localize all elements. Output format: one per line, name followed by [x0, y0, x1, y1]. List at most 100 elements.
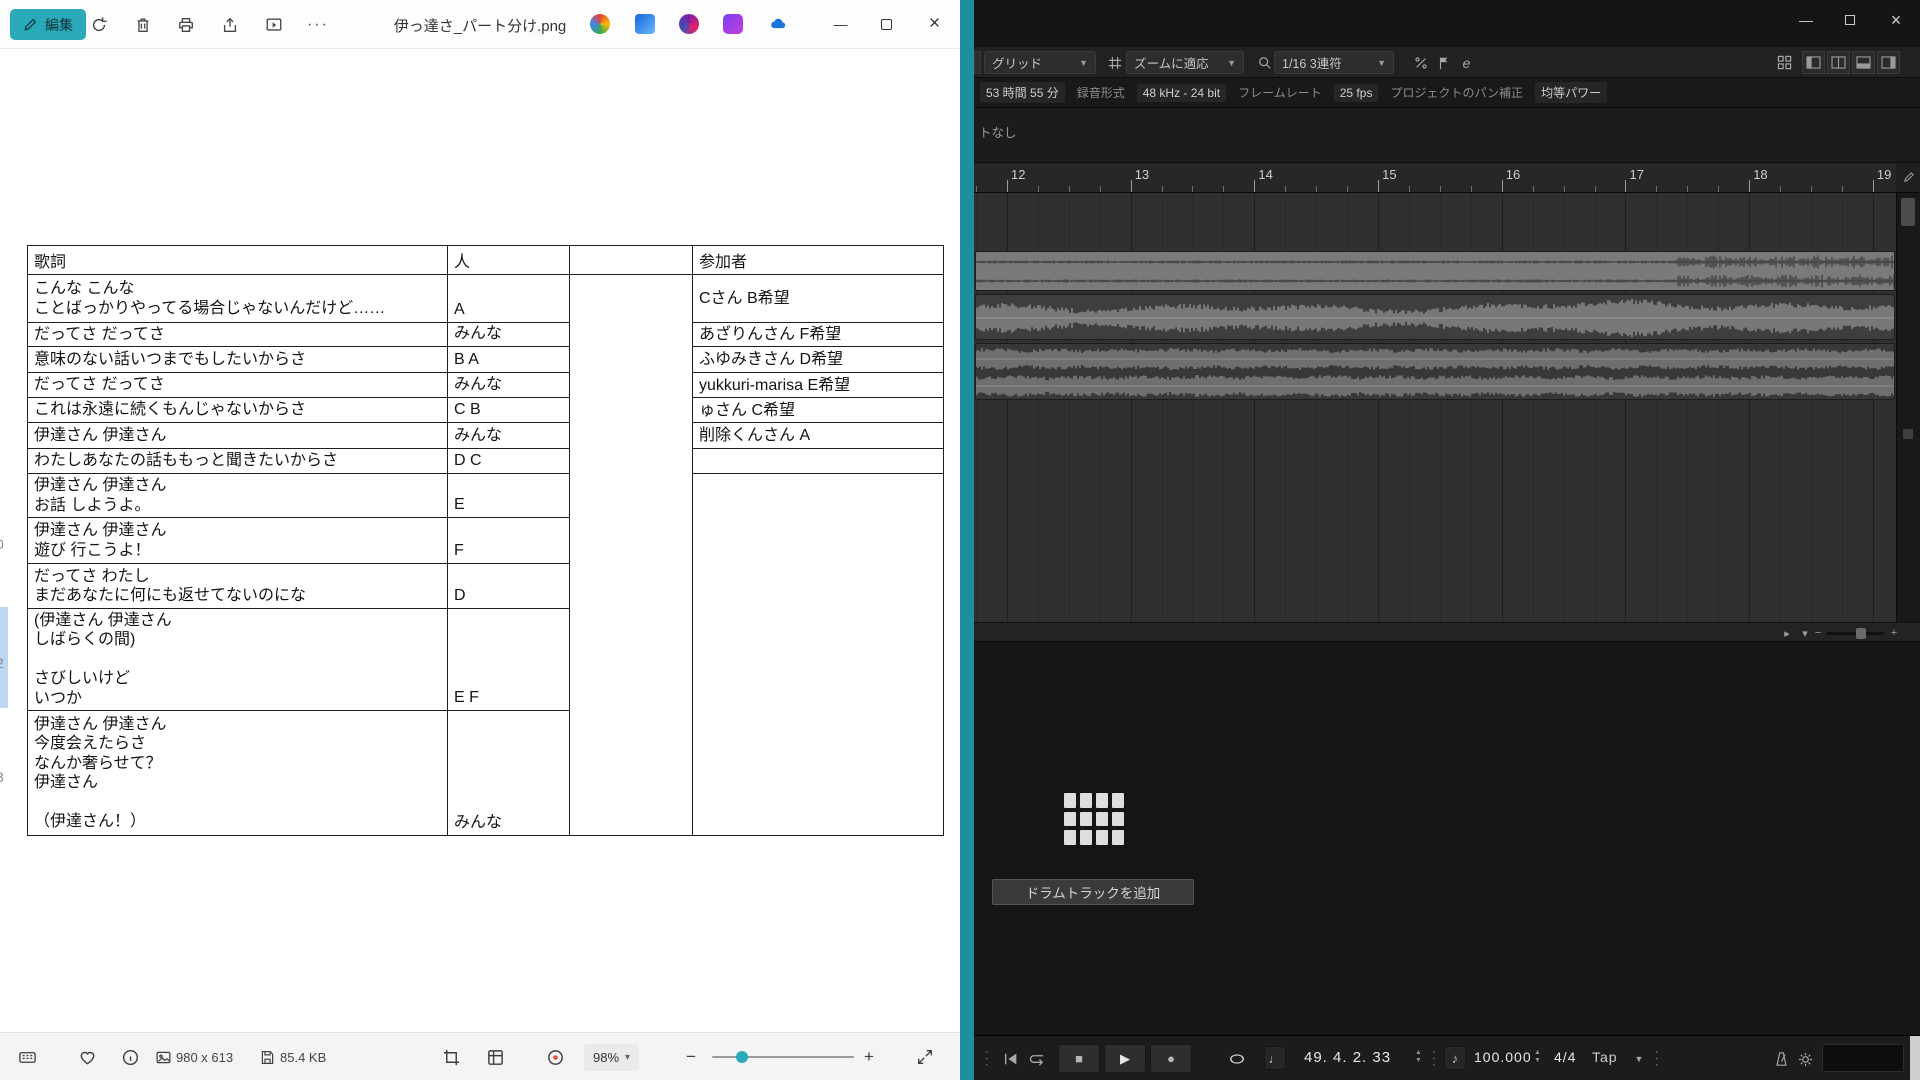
ruler-tick	[1409, 186, 1410, 192]
maximize-glyph	[881, 19, 892, 30]
infobar-item[interactable]: 48 kHz - 24 bit	[1137, 84, 1226, 102]
zoom-slider-thumb[interactable]	[736, 1051, 748, 1063]
filmstrip-icon[interactable]	[16, 1046, 38, 1068]
grid-snap-dropdown[interactable]: グリッド ▼	[984, 51, 1096, 74]
lyrics-cell: 伊達さん 伊達さん	[28, 423, 448, 449]
vertical-scrollbar-thumb[interactable]	[1901, 198, 1915, 226]
gap-cell	[570, 609, 693, 711]
wave-a1	[976, 254, 1895, 270]
zoom-level-value: 98%	[593, 1050, 619, 1065]
audio-event-1[interactable]	[975, 251, 1895, 291]
infobar-item[interactable]: 53 時間 55 分	[980, 82, 1065, 103]
infobar-item[interactable]: プロジェクトのパン補正	[1390, 82, 1523, 103]
daw-minimize-button[interactable]: —	[1784, 0, 1828, 40]
zoom-in-icon[interactable]: +	[858, 1046, 880, 1068]
stop-button[interactable]: ■	[1058, 1044, 1100, 1073]
tap-tempo-button[interactable]: Tap	[1592, 1049, 1618, 1065]
slideshow-icon[interactable]	[256, 7, 292, 43]
layout-right-zone-button[interactable]	[1877, 51, 1900, 74]
daw-maximize-button[interactable]	[1828, 0, 1872, 40]
zoom-out-h-icon[interactable]: −	[1812, 625, 1824, 641]
flag-icon[interactable]	[1433, 52, 1454, 73]
add-drum-track-button[interactable]: ドラムトラックを追加	[992, 879, 1194, 905]
layout-columns-button[interactable]	[1827, 51, 1850, 74]
tempo-spinner[interactable]: ▲▼	[1534, 1049, 1541, 1064]
table-row: これは永遠に続くもんじゃないからさC Bゅさん C希望	[28, 398, 944, 423]
time-spinner[interactable]: ▲▼	[1415, 1049, 1422, 1064]
time-display[interactable]: 49. 4. 2. 33	[1304, 1049, 1391, 1066]
rotate-icon[interactable]	[81, 7, 117, 43]
share-icon[interactable]	[212, 7, 248, 43]
record-button[interactable]: ●	[1150, 1044, 1192, 1073]
favorite-heart-icon[interactable]	[76, 1046, 98, 1068]
spot-fix-icon[interactable]	[544, 1046, 566, 1068]
edit-button[interactable]: 編集	[10, 9, 86, 40]
quantize-panel-icon[interactable]: e	[1456, 52, 1477, 73]
zoom-in-h-icon[interactable]: +	[1888, 625, 1900, 641]
quantize-preset-dropdown[interactable]: 1/16 3連符 ▼	[1274, 51, 1394, 74]
zoom-fit-dropdown[interactable]: ズームに適応 ▼	[1126, 51, 1244, 74]
iterative-quantize-icon[interactable]	[1410, 52, 1431, 73]
delete-icon[interactable]	[125, 7, 161, 43]
gear-icon[interactable]	[1794, 1048, 1816, 1070]
metronome-icon[interactable]	[1770, 1048, 1792, 1070]
zoom-level-button[interactable]: 98% ▾	[584, 1044, 639, 1071]
scroll-right-icon[interactable]: ▸	[1780, 625, 1794, 641]
layout-left-zone-button[interactable]	[1802, 51, 1825, 74]
ruler-tick	[1131, 180, 1132, 192]
print-icon[interactable]	[168, 7, 204, 43]
infobar-item[interactable]: フレームレート	[1238, 82, 1322, 103]
row-number-partial: 0	[0, 536, 4, 552]
tempo-value[interactable]: 100.000	[1474, 1049, 1532, 1065]
column-header: 歌詞	[28, 246, 448, 275]
window-divider[interactable]	[960, 0, 974, 1080]
more-icon[interactable]: ···	[300, 7, 336, 43]
app-icon-cloud[interactable]	[768, 14, 788, 34]
tempo-track-icon[interactable]: ♪	[1444, 1046, 1466, 1070]
click-note-icon[interactable]: ♩	[1264, 1046, 1286, 1070]
h-zoom-slider[interactable]	[1826, 632, 1884, 635]
grid-type-icon[interactable]	[1104, 52, 1125, 73]
app-icon-purple[interactable]	[723, 14, 743, 34]
zoom-out-icon[interactable]: −	[680, 1046, 702, 1068]
audio-event-2[interactable]	[975, 294, 1895, 340]
close-button[interactable]: ×	[912, 0, 957, 48]
ruler-edit-icon[interactable]	[1896, 163, 1920, 193]
fullscreen-icon[interactable]	[914, 1046, 936, 1068]
transport-grip[interactable]: ···	[976, 1048, 998, 1070]
menu-dots: ···	[1427, 1050, 1442, 1069]
minimize-button[interactable]: —	[818, 0, 863, 48]
infobar-item[interactable]: 25 fps	[1334, 84, 1379, 102]
canvas-resize-icon[interactable]	[484, 1046, 506, 1068]
scroll-down-icon[interactable]: ▾	[1798, 625, 1812, 641]
cycle-return-icon[interactable]	[1026, 1048, 1048, 1070]
info-icon[interactable]	[119, 1046, 141, 1068]
zoom-slider[interactable]	[712, 1056, 854, 1058]
vertical-scrollbar[interactable]	[1896, 193, 1920, 622]
cycle-icon[interactable]	[1226, 1048, 1248, 1070]
mixer-grid-icon[interactable]	[1774, 52, 1795, 73]
play-button[interactable]: ▶	[1104, 1044, 1146, 1073]
daw-close-button[interactable]: ×	[1874, 0, 1918, 40]
app-icon-blue[interactable]	[635, 14, 655, 34]
app-icon-multicolor[interactable]	[679, 14, 699, 34]
app-icon-pinwheel[interactable]	[590, 14, 610, 34]
dropdown-arrow-glyph: ▼	[1635, 1054, 1644, 1064]
wave-c2	[976, 373, 1895, 399]
transport-menu-dots[interactable]: ···	[1646, 1048, 1668, 1070]
infobar-item[interactable]: 録音形式	[1077, 82, 1125, 103]
maximize-button[interactable]	[864, 0, 909, 48]
h-zoom-slider-thumb[interactable]	[1856, 628, 1866, 639]
goto-start-icon[interactable]	[1000, 1048, 1022, 1070]
time-menu-dots[interactable]: ···	[1423, 1048, 1445, 1070]
participant-cell	[693, 474, 944, 518]
infobar-item[interactable]: 均等パワー	[1535, 82, 1607, 103]
crop-icon[interactable]	[440, 1046, 462, 1068]
arrangement-area[interactable]	[974, 193, 1896, 622]
ruler-tick	[1842, 186, 1843, 192]
gap-cell	[570, 423, 693, 449]
timeline-ruler[interactable]: 1213141516171819	[974, 163, 1896, 193]
time-signature[interactable]: 4/4	[1554, 1049, 1576, 1065]
layout-lower-zone-button[interactable]	[1852, 51, 1875, 74]
audio-event-3[interactable]	[975, 343, 1895, 400]
